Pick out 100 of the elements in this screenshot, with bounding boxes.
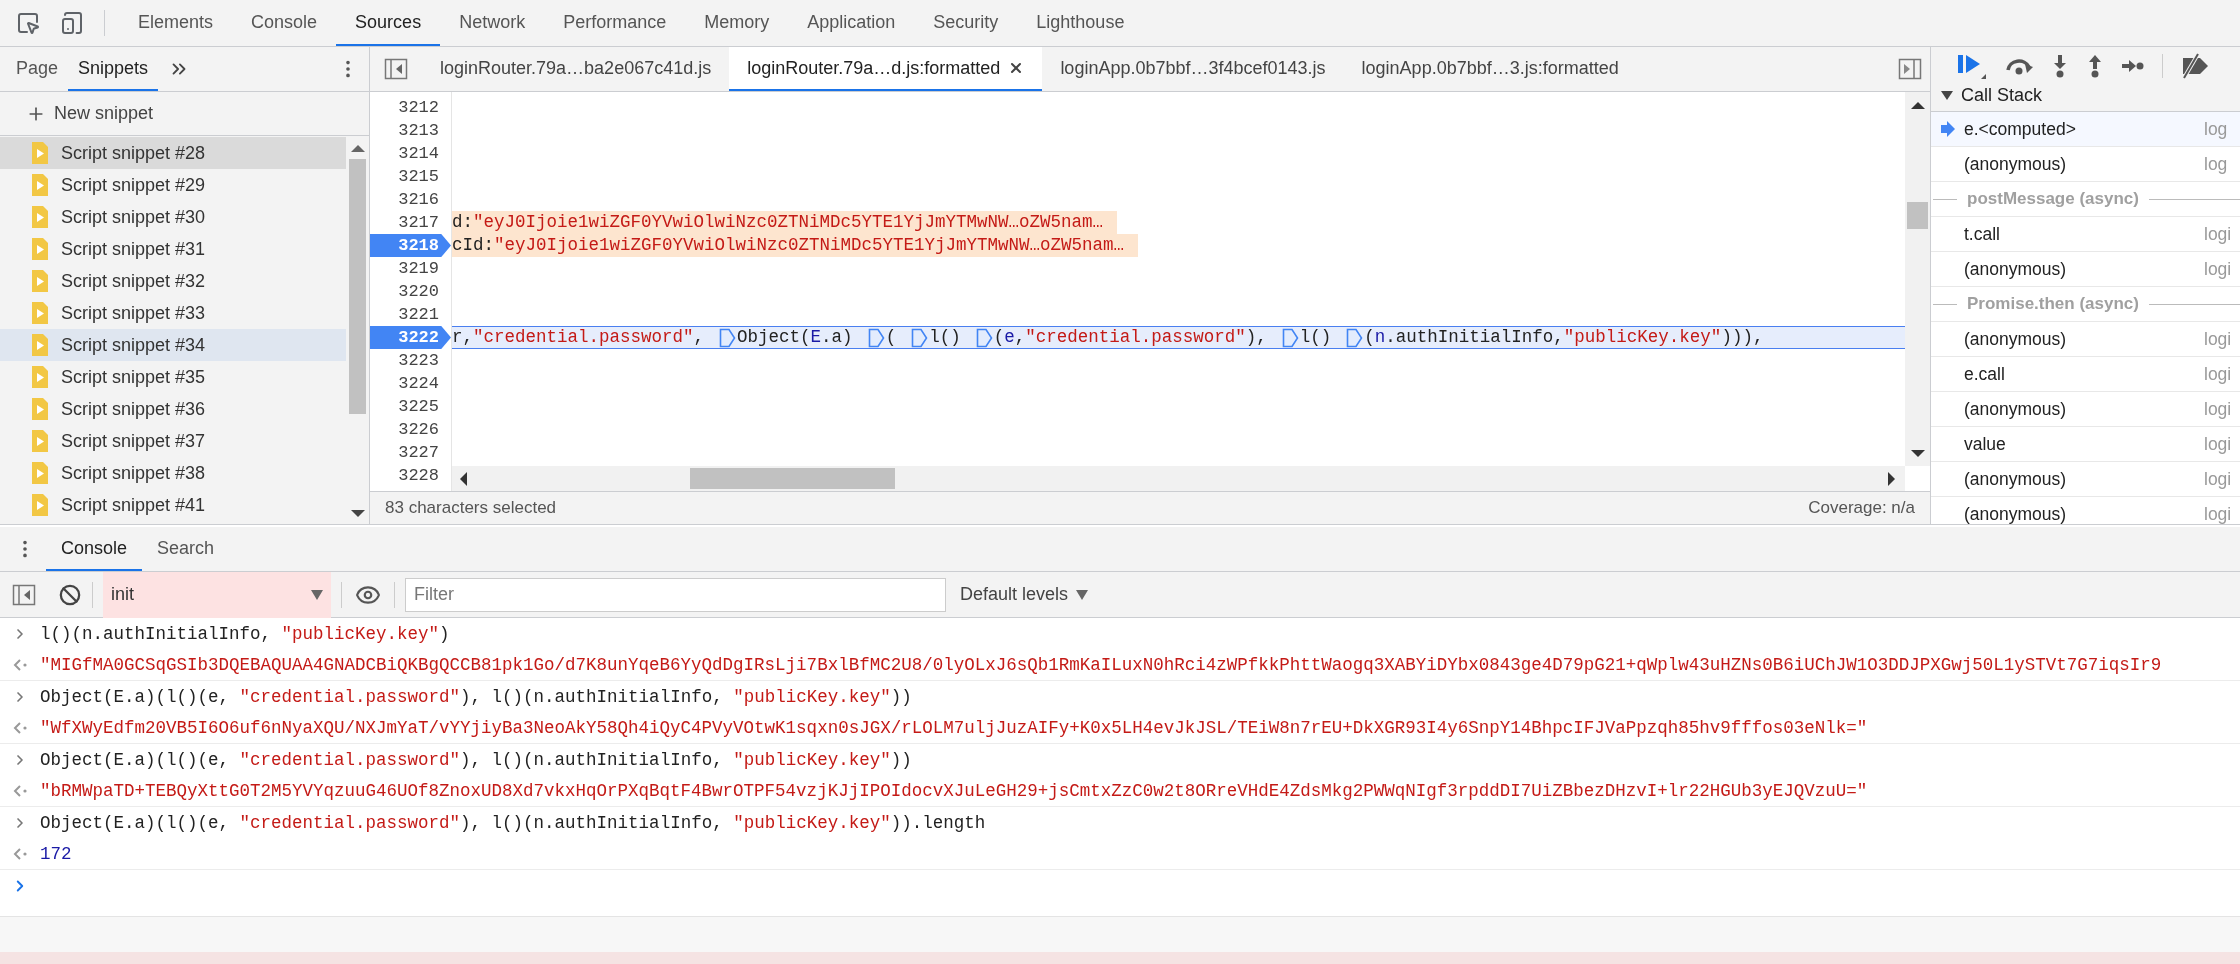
filter-field[interactable]: Filter xyxy=(405,577,946,612)
file-tab[interactable]: loginApp.0b7bbf…3f4bcef0143.js xyxy=(1042,47,1344,91)
line-number[interactable]: 3225 xyxy=(370,395,451,418)
line-number[interactable]: 3223 xyxy=(370,349,451,372)
panel-tab[interactable]: Network xyxy=(440,0,545,46)
step-icon[interactable] xyxy=(2121,57,2145,75)
snippet-file-icon xyxy=(31,461,49,485)
snippet-item[interactable]: Script snippet #41 xyxy=(0,489,346,521)
inline-breakpoint-icon[interactable] xyxy=(1346,327,1364,348)
pane-toggle-icon[interactable] xyxy=(1898,58,1922,80)
line-number[interactable]: 3219 xyxy=(370,257,451,280)
panel-tab[interactable]: Application xyxy=(788,0,915,46)
code-text: ( xyxy=(885,327,898,348)
vertical-scrollbar[interactable] xyxy=(1905,92,1930,466)
inline-breakpoint-icon[interactable] xyxy=(1281,327,1299,348)
snippet-file-icon xyxy=(31,269,49,293)
disclosure-triangle-icon xyxy=(1941,90,1953,100)
panel-tab[interactable]: Elements xyxy=(119,0,233,46)
inline-breakpoint-icon[interactable] xyxy=(867,327,885,348)
async-separator: postMessage (async) xyxy=(1966,188,2140,211)
result-arrow-icon xyxy=(12,783,28,798)
snippet-item[interactable]: Script snippet #37 xyxy=(0,425,346,457)
device-toolbar-icon[interactable] xyxy=(60,11,84,35)
console-result: "MIGfMA0GCSqGSIb3DQEBAQUAA4GNADCBiQKBgQCCB81pk1Go/d7K8unYqeB6YyQdDgIRsLji7BxlBfMC2U8/0lyOLxJ6sQb1RmKaILuxN0hRci4zWPfkkPhttWaogq3XABYiDYbx0843ge4D79pG21+qWplw43uHZNs0B6iUChJW1O3DDJPXGwj50L1ySTVt7G7iqsIr9 xyxy=(40,653,2162,677)
line-number[interactable]: 3224 xyxy=(370,372,451,395)
panel-tab[interactable]: Lighthouse xyxy=(1017,0,1144,46)
call-frame[interactable]: e.<computed> log xyxy=(1931,112,2240,147)
snippet-item[interactable]: Script snippet #36 xyxy=(0,393,346,425)
coverage-status: Coverage: n/a xyxy=(1808,497,1915,520)
snippet-file-icon xyxy=(31,397,49,421)
snippet-item[interactable]: Script snippet #32 xyxy=(0,265,346,297)
section-title: Call Stack xyxy=(1961,83,2043,107)
snippet-item[interactable]: Script snippet #35 xyxy=(0,361,346,393)
drawer-tab[interactable]: Search xyxy=(142,527,230,571)
line-number[interactable]: 3212 xyxy=(370,96,451,119)
frame-name: (anonymous) xyxy=(1964,467,2068,491)
snippet-file-icon xyxy=(31,141,49,165)
inline-breakpoint-icon[interactable] xyxy=(719,327,737,348)
panel-tab[interactable]: Security xyxy=(914,0,1018,46)
code-text: Object(E.a) xyxy=(737,327,854,348)
code-text: (e,"credential.password"), xyxy=(993,327,1268,348)
console-command: Object(E.a)(l()(e, "credential.password"), l()(n.authInitialInfo, "publicKey.key")) xyxy=(40,748,912,772)
pane-toggle-icon[interactable] xyxy=(384,58,408,80)
frame-name: (anonymous) xyxy=(1964,327,2068,351)
file-tab[interactable]: loginApp.0b7bbf…3.js:formatted xyxy=(1343,47,1637,91)
snippet-item[interactable]: Script snippet #31 xyxy=(0,233,346,265)
inline-breakpoint-icon[interactable] xyxy=(911,327,929,348)
frame-name: (anonymous) xyxy=(1964,397,2068,421)
result-arrow-icon xyxy=(12,720,28,735)
resume-icon[interactable] xyxy=(1957,53,1987,79)
selection-status: 83 characters selected xyxy=(385,497,557,520)
call-frame[interactable]: t.call logi xyxy=(1931,217,2240,252)
inline-breakpoint-icon[interactable] xyxy=(975,327,993,348)
line-number[interactable]: 3217 xyxy=(370,211,451,234)
line-number[interactable]: 3221 xyxy=(370,303,451,326)
call-frame[interactable]: (anonymous) logi xyxy=(1931,392,2240,427)
context-selector[interactable]: init xyxy=(103,571,331,618)
line-number[interactable]: 3226 xyxy=(370,418,451,441)
line-number[interactable]: 3218 xyxy=(370,234,451,257)
call-frame[interactable]: (anonymous) logi xyxy=(1931,462,2240,497)
line-number[interactable]: 3215 xyxy=(370,165,451,188)
frame-name: t.call xyxy=(1964,222,2001,246)
line-number[interactable]: 3216 xyxy=(370,188,451,211)
snippet-item[interactable]: Script snippet #30 xyxy=(0,201,346,233)
console-result: 172 xyxy=(40,842,72,866)
pane-toggle-icon[interactable] xyxy=(12,583,36,606)
clear-console-icon[interactable] xyxy=(59,583,81,606)
navigator-tab[interactable]: Page xyxy=(6,47,69,91)
log-levels-dropdown[interactable]: Default levels xyxy=(960,581,1089,608)
snippet-item[interactable]: Script snippet #34 xyxy=(0,329,346,361)
file-tab[interactable]: loginRouter.79a…ba2e067c41d.js xyxy=(422,47,730,91)
call-frame[interactable]: (anonymous) logi xyxy=(1931,252,2240,287)
file-tab[interactable]: loginRouter.79a…d.js:formatted xyxy=(729,47,1043,91)
new-snippet-button[interactable]: New snippet xyxy=(0,92,369,136)
snippet-item[interactable]: Script snippet #29 xyxy=(0,169,346,201)
panel-tab[interactable]: Memory xyxy=(685,0,789,46)
horizontal-scrollbar[interactable] xyxy=(452,466,1905,491)
step-out-icon[interactable] xyxy=(2086,54,2104,78)
call-frame[interactable]: e.call logi xyxy=(1931,357,2240,392)
call-stack-header[interactable]: Call Stack xyxy=(1931,79,2240,112)
snippet-item[interactable]: Script snippet #33 xyxy=(0,297,346,329)
snippet-file-icon xyxy=(31,493,49,517)
snippet-file-icon xyxy=(31,237,49,261)
frame-name: e.<computed> xyxy=(1964,117,2077,141)
line-number[interactable]: 3214 xyxy=(370,142,451,165)
line-number[interactable]: 3220 xyxy=(370,280,451,303)
panel-tab[interactable]: Performance xyxy=(544,0,686,46)
line-number[interactable]: 3227 xyxy=(370,441,451,464)
line-number[interactable]: 3228 xyxy=(370,464,451,487)
snippet-item[interactable]: Script snippet #28 xyxy=(0,137,346,169)
line-number[interactable]: 3213 xyxy=(370,119,451,142)
panel-tab[interactable]: Console xyxy=(232,0,337,46)
call-frame[interactable]: (anonymous) logi xyxy=(1931,322,2240,357)
call-frame[interactable]: (anonymous) log xyxy=(1931,147,2240,182)
dropdown-caret-icon xyxy=(1076,589,1089,600)
line-number[interactable]: 3222 xyxy=(370,326,451,349)
inspect-icon[interactable] xyxy=(16,11,40,35)
call-frame[interactable]: value logi xyxy=(1931,427,2240,462)
snippet-item[interactable]: Script snippet #38 xyxy=(0,457,346,489)
navigator-tab[interactable]: Snippets xyxy=(68,47,159,91)
